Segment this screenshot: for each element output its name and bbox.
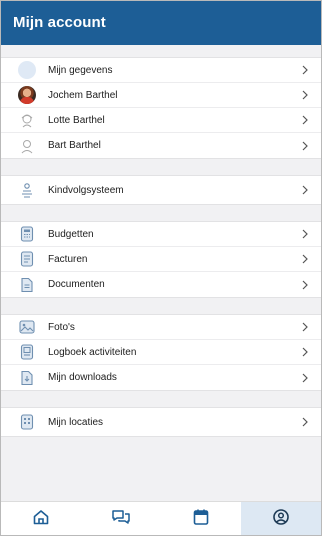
menu-group-tracking: Kindvolgsysteem — [1, 175, 321, 205]
calendar-icon — [193, 508, 209, 531]
home-icon — [32, 508, 50, 531]
invoice-icon — [17, 249, 37, 269]
menu-item-label: Mijn locaties — [48, 416, 104, 428]
menu-item-facturen[interactable]: Facturen — [1, 247, 321, 272]
menu-item-logboek-activiteiten[interactable]: Logboek activiteiten — [1, 340, 321, 365]
menu-item-budgetten[interactable]: Budgetten — [1, 222, 321, 247]
menu-item-label: Mijn downloads — [48, 372, 117, 383]
profile-placeholder-icon — [17, 60, 37, 80]
child-tracking-icon — [17, 180, 37, 200]
chevron-right-icon — [299, 114, 311, 126]
menu-item-mijn-locaties[interactable]: Mijn locaties — [1, 408, 321, 436]
chevron-right-icon — [299, 372, 311, 384]
menu-item-label: Lotte Barthel — [48, 114, 105, 126]
page-title: Mijn account — [1, 1, 321, 45]
account-menu: Mijn gegevens Jochem Barthel Lotte Barth… — [1, 45, 321, 501]
menu-item-documenten[interactable]: Documenten — [1, 272, 321, 297]
menu-item-mijn-gegevens[interactable]: Mijn gegevens — [1, 58, 321, 83]
menu-item-bart-barthel[interactable]: Bart Barthel — [1, 133, 321, 158]
chevron-right-icon — [299, 416, 311, 428]
spacer — [1, 45, 321, 57]
spacer — [1, 391, 321, 407]
chevron-right-icon — [299, 228, 311, 240]
menu-group-locations: Mijn locaties — [1, 407, 321, 437]
menu-item-label: Bart Barthel — [48, 140, 101, 151]
menu-item-label: Foto's — [48, 321, 75, 333]
child-photo-avatar — [17, 85, 37, 105]
chat-icon — [111, 508, 131, 531]
chevron-right-icon — [299, 89, 311, 101]
menu-group-people: Mijn gegevens Jochem Barthel Lotte Barth… — [1, 57, 321, 159]
spacer — [1, 159, 321, 175]
menu-item-label: Facturen — [48, 253, 88, 265]
menu-item-kindvolgsysteem[interactable]: Kindvolgsysteem — [1, 176, 321, 204]
menu-item-label: Kindvolgsysteem — [48, 184, 124, 196]
location-building-icon — [17, 412, 37, 432]
logbook-icon — [17, 342, 37, 362]
chevron-right-icon — [299, 140, 311, 152]
download-icon — [17, 368, 37, 388]
photo-icon — [17, 317, 37, 337]
chevron-right-icon — [299, 253, 311, 265]
tab-account[interactable] — [241, 502, 321, 535]
menu-item-label: Documenten — [48, 279, 105, 290]
spacer — [1, 298, 321, 314]
tab-messages[interactable] — [81, 502, 161, 535]
document-icon — [17, 275, 37, 295]
menu-item-mijn-downloads[interactable]: Mijn downloads — [1, 365, 321, 390]
menu-item-fotos[interactable]: Foto's — [1, 315, 321, 340]
bottom-tab-bar — [1, 501, 321, 535]
menu-item-label: Budgetten — [48, 228, 94, 240]
menu-item-label: Mijn gegevens — [48, 64, 113, 76]
chevron-right-icon — [299, 184, 311, 196]
account-icon — [272, 508, 290, 531]
app-frame: Mijn account Mijn gegevens Jochem Barthe… — [0, 0, 322, 536]
chevron-right-icon — [299, 321, 311, 333]
child-girl-icon — [17, 110, 37, 130]
budget-icon — [17, 224, 37, 244]
menu-item-label: Logboek activiteiten — [48, 346, 137, 358]
menu-group-finance: Budgetten Facturen Documenten — [1, 221, 321, 298]
menu-group-media: Foto's Logboek activiteiten Mijn downloa… — [1, 314, 321, 391]
menu-item-lotte-barthel[interactable]: Lotte Barthel — [1, 108, 321, 133]
spacer — [1, 205, 321, 221]
chevron-right-icon — [299, 279, 311, 291]
tab-home[interactable] — [1, 502, 81, 535]
child-boy-icon — [17, 136, 37, 156]
chevron-right-icon — [299, 64, 311, 76]
chevron-right-icon — [299, 346, 311, 358]
tab-calendar[interactable] — [161, 502, 241, 535]
menu-item-label: Jochem Barthel — [48, 89, 118, 101]
menu-item-jochem-barthel[interactable]: Jochem Barthel — [1, 83, 321, 108]
